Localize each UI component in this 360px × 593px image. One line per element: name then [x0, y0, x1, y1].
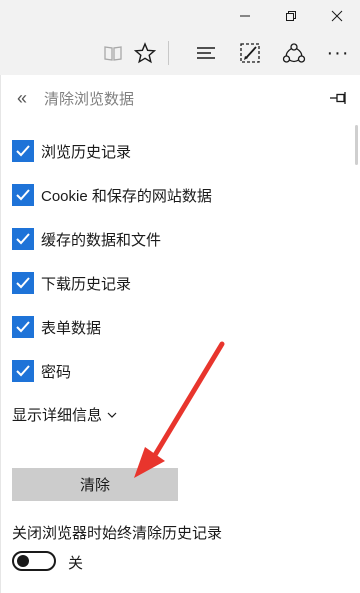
share-button[interactable] — [274, 33, 314, 73]
title-bar — [0, 0, 360, 31]
web-note-button[interactable] — [230, 33, 270, 73]
show-details-link[interactable]: 显示详细信息 — [12, 404, 117, 425]
option-label: 表单数据 — [41, 319, 102, 337]
close-button[interactable] — [314, 0, 360, 31]
toggle-state-label: 关 — [68, 555, 84, 572]
minimize-icon — [240, 15, 250, 16]
back-chevron-icon: « — [16, 87, 27, 108]
checkmark-icon — [16, 321, 30, 333]
checkmark-icon — [16, 145, 30, 157]
more-button[interactable]: ··· — [318, 33, 358, 73]
back-button[interactable]: « — [7, 83, 37, 113]
option-passwords[interactable]: 密码 — [12, 360, 71, 382]
checkbox[interactable] — [12, 272, 34, 294]
checkbox[interactable] — [12, 360, 34, 382]
favorite-button[interactable] — [125, 33, 165, 73]
show-details-label: 显示详细信息 — [12, 407, 103, 424]
restore-icon — [286, 10, 296, 21]
checkmark-icon — [16, 233, 30, 245]
close-icon — [331, 10, 343, 21]
checkbox[interactable] — [12, 228, 34, 250]
pin-icon — [330, 92, 346, 104]
checkbox[interactable] — [12, 184, 34, 206]
option-label: 下载历史记录 — [41, 275, 132, 293]
minimize-button[interactable] — [222, 0, 268, 31]
option-label: Cookie 和保存的网站数据 — [41, 187, 212, 205]
more-icon: ··· — [326, 41, 350, 64]
reading-view-icon — [104, 46, 122, 61]
panel-header: « 清除浏览数据 — [1, 75, 360, 119]
option-label: 密码 — [41, 363, 72, 381]
web-note-icon — [240, 43, 260, 63]
hub-button[interactable] — [186, 33, 226, 73]
option-cached-data[interactable]: 缓存的数据和文件 — [12, 228, 161, 250]
option-label: 浏览历史记录 — [41, 143, 132, 161]
option-download-history[interactable]: 下载历史记录 — [12, 272, 131, 294]
option-form-data[interactable]: 表单数据 — [12, 316, 101, 338]
toggle-knob — [17, 555, 29, 567]
favorite-star-icon — [134, 42, 156, 64]
chevron-down-icon — [107, 412, 117, 418]
clear-browsing-data-panel: « 清除浏览数据 浏览历史记录 Cookie 和保存的网站数据 缓存的数据和文件 — [0, 75, 360, 593]
checkmark-icon — [16, 189, 30, 201]
pin-panel-button[interactable] — [325, 85, 351, 111]
checkmark-icon — [16, 277, 30, 289]
always-clear-toggle[interactable] — [12, 551, 56, 571]
option-browsing-history[interactable]: 浏览历史记录 — [12, 140, 131, 162]
option-label: 缓存的数据和文件 — [41, 231, 162, 249]
toolbar-separator — [168, 41, 169, 65]
share-icon — [282, 43, 306, 63]
option-cookies[interactable]: Cookie 和保存的网站数据 — [12, 184, 212, 206]
clear-button[interactable]: 清除 — [12, 468, 178, 501]
checkmark-icon — [16, 365, 30, 377]
always-clear-label: 关闭浏览器时始终清除历史记录 — [12, 525, 223, 542]
restore-button[interactable] — [268, 0, 314, 31]
hub-icon — [197, 47, 215, 59]
browser-toolbar: ··· — [0, 31, 360, 75]
checkbox[interactable] — [12, 140, 34, 162]
panel-title: 清除浏览数据 — [44, 91, 135, 108]
checkbox[interactable] — [12, 316, 34, 338]
panel-scrollbar[interactable] — [355, 125, 358, 165]
